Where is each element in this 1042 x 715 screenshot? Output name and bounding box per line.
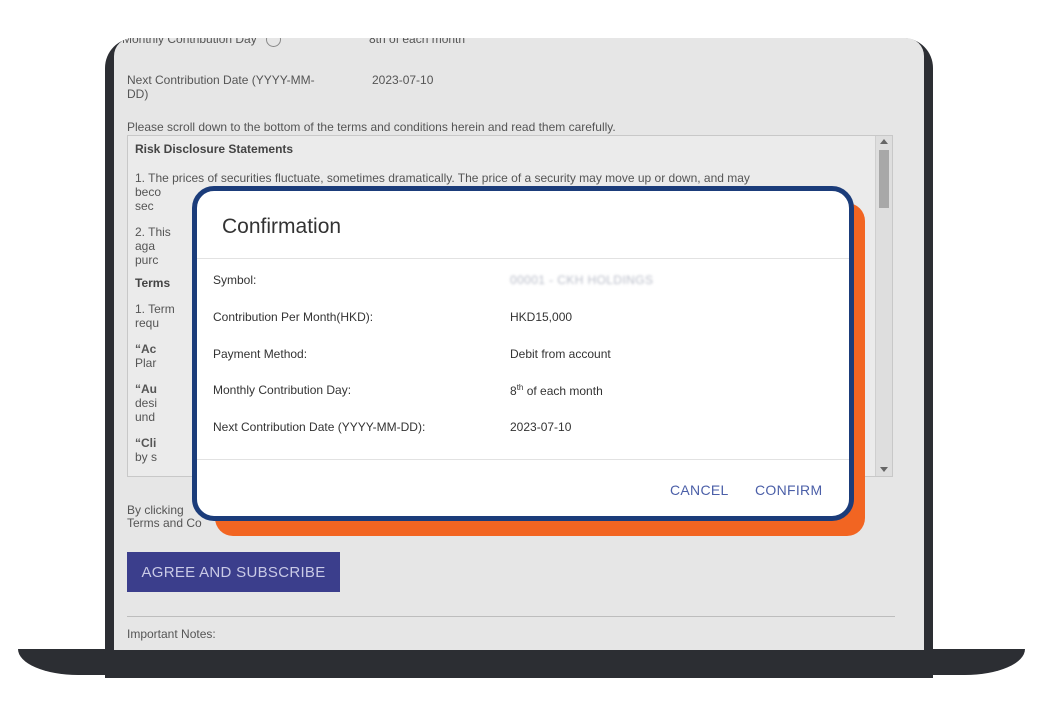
symbol-value: 00001 - CKH HOLDINGS <box>510 273 654 287</box>
scrollbar-thumb[interactable] <box>879 150 889 208</box>
terms-heading: Terms <box>135 276 171 290</box>
terms-line: aga <box>135 239 156 253</box>
symbol-row: Symbol: 00001 - CKH HOLDINGS <box>213 273 833 293</box>
next-contribution-date-value: 2023-07-10 <box>510 420 572 434</box>
terms-line: requ <box>135 316 160 330</box>
next-contribution-date-label: Next Contribution Date (YYYY-MM-DD) <box>127 73 315 101</box>
terms-title: Risk Disclosure Statements <box>135 142 294 156</box>
terms-line: purc <box>135 253 159 267</box>
cancel-button[interactable]: CANCEL <box>670 482 729 498</box>
next-contribution-date-row: Next Contribution Date (YYYY-MM-DD): 202… <box>213 420 833 440</box>
payment-method-row: Payment Method: Debit from account <box>213 347 833 367</box>
scroll-instruction: Please scroll down to the bottom of the … <box>127 120 616 134</box>
terms-line: beco <box>135 185 162 199</box>
scroll-up-icon[interactable] <box>880 139 888 144</box>
contribution-per-month-value: HKD15,000 <box>510 310 573 324</box>
contribution-per-month-row: Contribution Per Month(HKD): HKD15,000 <box>213 310 833 330</box>
terms-line: 2. This <box>135 225 171 239</box>
agree-and-subscribe-button[interactable]: AGREE AND SUBSCRIBE <box>127 552 340 592</box>
next-contribution-date-label: Next Contribution Date (YYYY-MM-DD): <box>213 420 426 434</box>
terms-line: 1. Term <box>135 302 175 316</box>
info-icon[interactable] <box>266 38 282 48</box>
terms-line: “Cli <box>135 436 157 450</box>
terms-line: 1. The prices of securities fluctuate, s… <box>135 171 750 185</box>
monthly-contribution-day-label: Monthly Contribution Day: <box>213 383 352 397</box>
agreement-text: By clicking Terms and Co <box>127 504 202 530</box>
agreement-text-line: Terms and Co <box>127 516 202 530</box>
dialog-divider <box>197 459 849 460</box>
monthly-contribution-day-value: 8th of each month <box>510 383 603 398</box>
terms-line: “Ac <box>135 342 157 356</box>
important-notes-heading: Important Notes: <box>127 627 216 641</box>
confirmation-dialog: Confirmation Symbol: 00001 - CKH HOLDING… <box>192 186 854 521</box>
terms-line: sec <box>135 199 154 213</box>
symbol-label: Symbol: <box>213 273 257 287</box>
terms-line: Plar <box>135 356 157 370</box>
next-contribution-date-value: 2023-07-10 <box>372 73 434 87</box>
contribution-per-month-label: Contribution Per Month(HKD): <box>213 310 374 324</box>
scroll-down-icon[interactable] <box>880 467 888 472</box>
terms-line: by s <box>135 450 158 464</box>
dialog-title: Confirmation <box>222 215 342 238</box>
monthly-contribution-day-row: Monthly Contribution Day: 8th of each mo… <box>213 383 833 403</box>
divider <box>127 616 895 617</box>
laptop-base <box>18 649 1025 675</box>
monthly-contribution-day-label: Monthly Contribution Day <box>122 38 257 46</box>
day-number: 8 <box>510 384 517 398</box>
terms-scrollbar[interactable] <box>875 136 892 476</box>
monthly-contribution-day-row: Monthly Contribution Day 8th of each mon… <box>122 38 465 48</box>
payment-method-value: Debit from account <box>510 347 611 361</box>
terms-line: “Au <box>135 382 157 396</box>
monthly-contribution-day-value: 8th of each month <box>369 38 466 46</box>
terms-line: desi <box>135 396 158 410</box>
day-rest: of each month <box>523 384 603 398</box>
payment-method-label: Payment Method: <box>213 347 308 361</box>
dialog-divider <box>197 258 849 259</box>
terms-line: und <box>135 410 156 424</box>
confirm-button[interactable]: CONFIRM <box>755 482 822 498</box>
